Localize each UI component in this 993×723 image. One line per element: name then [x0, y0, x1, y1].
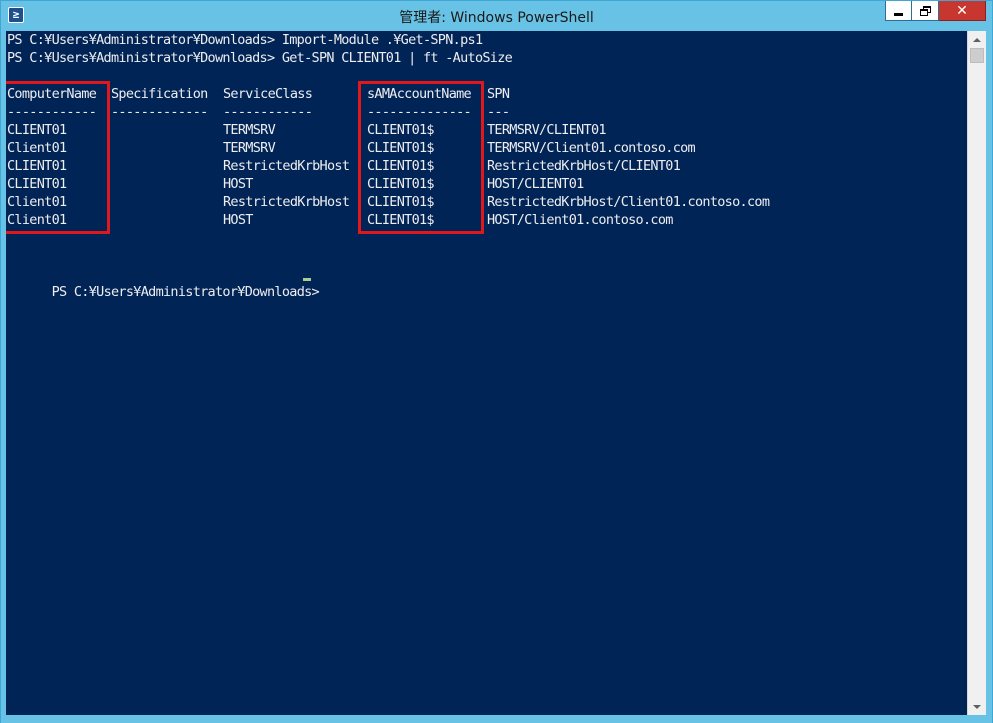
scroll-up-button[interactable] [968, 31, 986, 48]
vertical-scrollbar[interactable] [967, 31, 986, 715]
table-header-row: ComputerName Specification ServiceClass … [7, 85, 962, 103]
table-row: Client01 TERMSRV CLIENT01$ TERMSRV/Clien… [7, 140, 696, 156]
prompt: PS C:¥Users¥Administrator¥Downloads> [51, 284, 320, 300]
table-separator-row: ------------ ------------- ------------ … [7, 104, 510, 120]
command-line: PS C:¥Users¥Administrator¥Downloads> Imp… [7, 32, 483, 48]
table-row: CLIENT01 HOST CLIENT01$ HOST/CLIENT01 [7, 176, 584, 192]
highlight-box-computername [6, 81, 110, 234]
minimize-button[interactable] [885, 1, 912, 21]
scroll-up-arrow-icon [973, 37, 981, 42]
restore-icon [919, 5, 931, 16]
scroll-down-button[interactable] [968, 698, 986, 715]
title-bar[interactable]: ≥ 管理者: Windows PowerShell ✕ [1, 1, 992, 31]
table-row: Client01 HOST CLIENT01$ HOST/Client01.co… [7, 212, 673, 228]
powershell-window: ≥ 管理者: Windows PowerShell ✕ PS C:¥Users¥… [0, 0, 993, 723]
restore-button[interactable] [912, 1, 939, 21]
close-button[interactable]: ✕ [939, 1, 986, 21]
scrollbar-thumb[interactable] [970, 48, 984, 63]
window-title: 管理者: Windows PowerShell [399, 10, 594, 26]
command-line: PS C:¥Users¥Administrator¥Downloads> Get… [7, 50, 513, 66]
text-cursor [303, 278, 311, 281]
column-header-serviceclass: ServiceClass [223, 86, 313, 102]
column-header-specification: Specification [111, 86, 208, 102]
highlight-box-samaccountname [358, 81, 484, 234]
window-frame-bottom [1, 715, 992, 723]
table-row: Client01 RestrictedKrbHost CLIENT01$ Res… [7, 194, 770, 210]
minimize-icon [894, 13, 903, 16]
column-header-spn: SPN [487, 86, 510, 102]
close-icon: ✕ [956, 2, 968, 19]
prompt-line: PS C:¥Users¥Administrator¥Downloads> [7, 265, 320, 300]
table-row: CLIENT01 TERMSRV CLIENT01$ TERMSRV/CLIEN… [7, 122, 607, 138]
console-output[interactable]: PS C:¥Users¥Administrator¥Downloads> Imp… [6, 31, 967, 715]
table-row: CLIENT01 RestrictedKrbHost CLIENT01$ Res… [7, 158, 681, 174]
scroll-down-arrow-icon [973, 704, 981, 709]
